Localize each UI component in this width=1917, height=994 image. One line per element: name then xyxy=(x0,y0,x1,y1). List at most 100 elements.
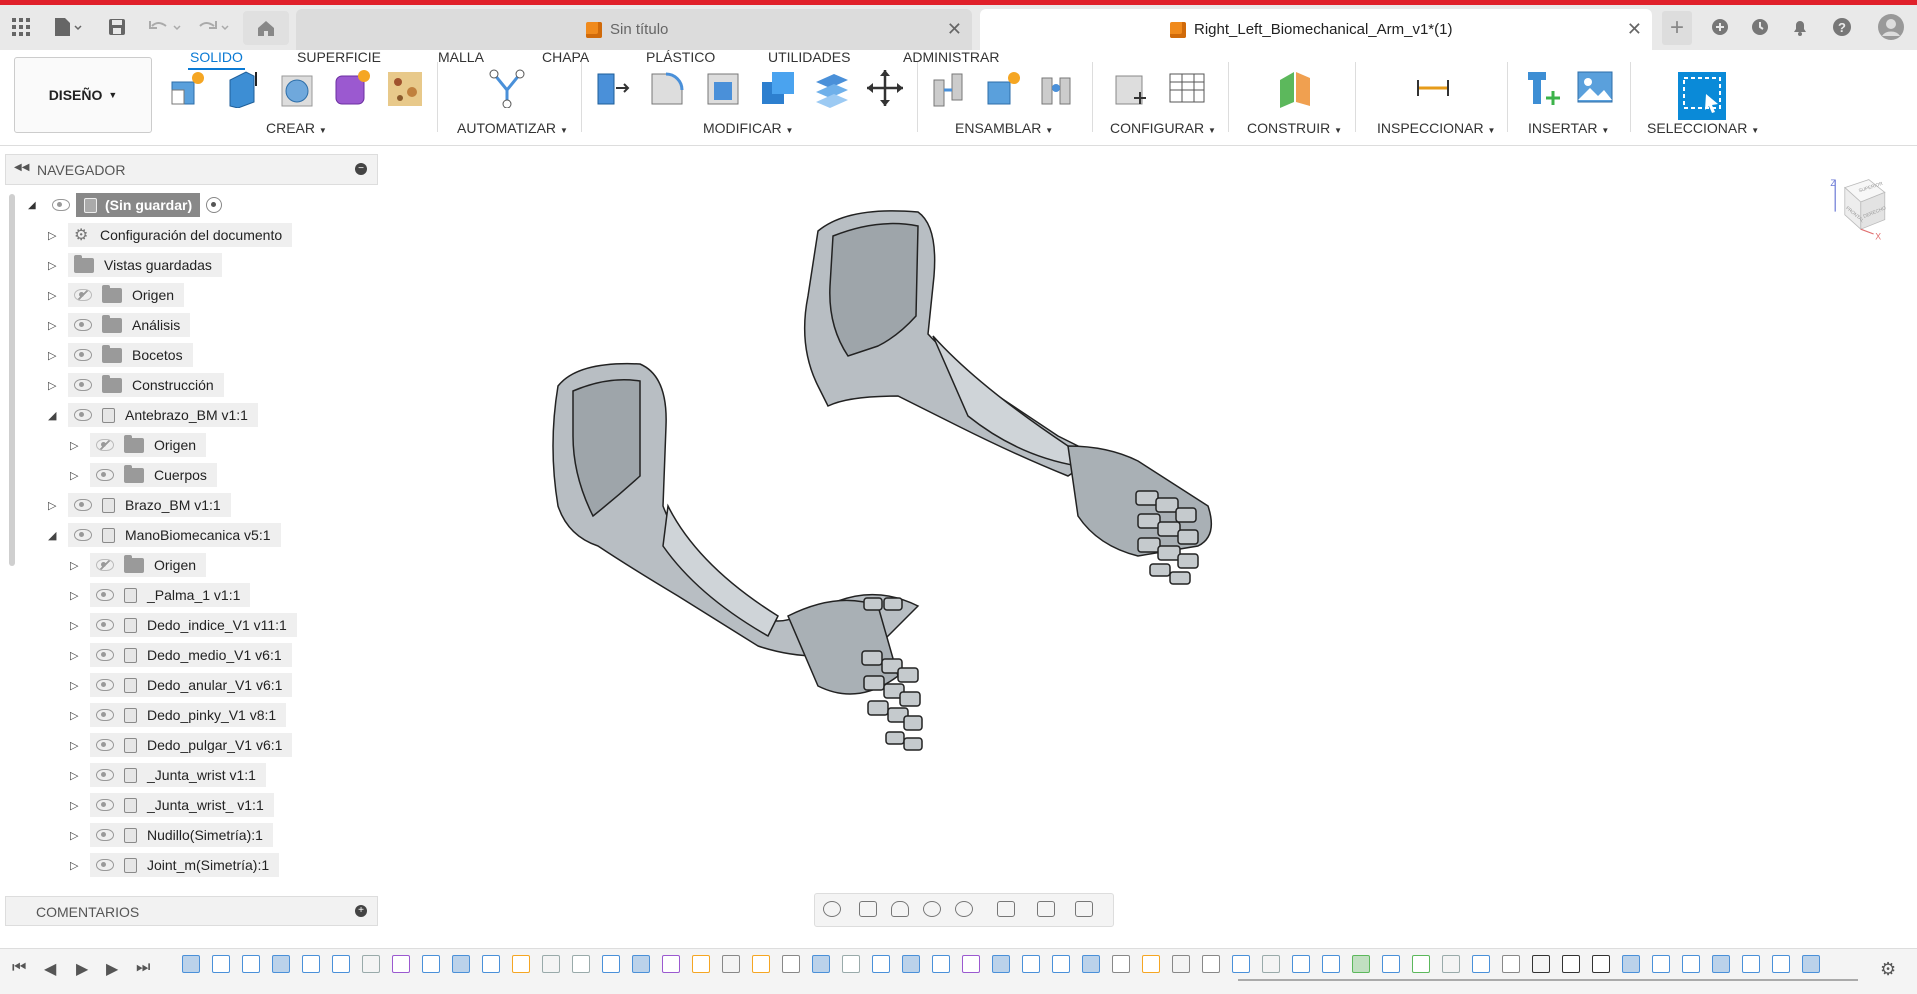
extrude-icon[interactable] xyxy=(224,68,262,108)
navigator-scrollbar[interactable] xyxy=(9,194,15,566)
configuration-table-icon[interactable] xyxy=(1168,68,1206,108)
tab-chapa[interactable]: CHAPA xyxy=(542,50,589,72)
home-icon[interactable] xyxy=(243,11,289,45)
construct-plane-icon[interactable] xyxy=(1276,68,1314,108)
visibility-eye-icon[interactable] xyxy=(96,799,114,811)
go-to-end-icon[interactable]: ⏭ xyxy=(136,959,150,977)
workspace-mode-dropdown[interactable]: DISEÑO ▼ xyxy=(14,57,152,133)
tab-malla[interactable]: MALLA xyxy=(438,50,484,72)
combine-icon[interactable] xyxy=(758,68,796,108)
orbit-icon[interactable] xyxy=(823,901,841,917)
timeline-feature-icon[interactable] xyxy=(332,955,350,973)
group-seleccionar[interactable]: SELECCIONAR ▼ xyxy=(1647,120,1759,136)
expand-icon[interactable]: + xyxy=(355,905,367,917)
press-pull-icon[interactable] xyxy=(594,68,632,108)
timeline-feature-icon[interactable] xyxy=(542,955,560,973)
group-insertar[interactable]: INSERTAR ▼ xyxy=(1528,120,1609,136)
3d-viewport[interactable] xyxy=(378,146,1917,946)
timeline-feature-icon[interactable] xyxy=(1172,955,1190,973)
visibility-eye-icon[interactable] xyxy=(96,589,114,601)
decal-icon[interactable] xyxy=(386,68,424,108)
timeline-feature-icon[interactable] xyxy=(1772,955,1790,973)
as-built-joint-icon[interactable] xyxy=(1038,68,1076,108)
timeline-feature-icon[interactable] xyxy=(482,955,500,973)
timeline-feature-icon[interactable] xyxy=(392,955,410,973)
collapsed-triangle-icon[interactable]: ▷ xyxy=(48,259,68,272)
timeline-feature-icon[interactable] xyxy=(1532,955,1550,973)
tree-item[interactable]: ▷ Dedo_indice_V1 v11:1 xyxy=(70,613,297,637)
tree-item[interactable]: ▷ Vistas guardadas xyxy=(48,253,222,277)
timeline-feature-icon[interactable] xyxy=(1142,955,1160,973)
timeline-feature-icon[interactable] xyxy=(692,955,710,973)
timeline-settings-gear-icon[interactable]: ⚙ xyxy=(1880,959,1896,980)
visibility-eye-icon[interactable] xyxy=(74,379,92,391)
user-avatar-icon[interactable] xyxy=(1876,13,1906,41)
expanded-triangle-icon[interactable]: ◢ xyxy=(48,409,68,422)
visibility-eye-icon[interactable] xyxy=(74,349,92,361)
visibility-hidden-icon[interactable] xyxy=(96,439,114,451)
timeline-feature-icon[interactable] xyxy=(662,955,680,973)
timeline-feature-icon[interactable] xyxy=(722,955,740,973)
notifications-icon[interactable] xyxy=(1788,13,1812,41)
timeline-feature-icon[interactable] xyxy=(302,955,320,973)
collapsed-triangle-icon[interactable]: ▷ xyxy=(70,679,90,692)
group-construir[interactable]: CONSTRUIR ▼ xyxy=(1247,120,1342,136)
collapsed-triangle-icon[interactable]: ▷ xyxy=(70,469,90,482)
timeline-feature-icon[interactable] xyxy=(962,955,980,973)
pan-hand-icon[interactable] xyxy=(891,901,909,917)
visibility-eye-icon[interactable] xyxy=(96,739,114,751)
timeline-feature-icon[interactable] xyxy=(182,955,200,973)
group-automatizar[interactable]: AUTOMATIZAR ▼ xyxy=(457,120,568,136)
arm-model-left[interactable] xyxy=(552,362,923,751)
new-assembly-component-icon[interactable] xyxy=(984,68,1022,108)
timeline-feature-icon[interactable] xyxy=(1682,955,1700,973)
timeline-feature-icon[interactable] xyxy=(1382,955,1400,973)
select-icon[interactable] xyxy=(1678,72,1726,120)
shell-icon[interactable] xyxy=(704,68,742,108)
tab-active-document[interactable]: Right_Left_Biomechanical_Arm_v1*(1) ✕ xyxy=(980,9,1652,50)
timeline-feature-icon[interactable] xyxy=(572,955,590,973)
visibility-eye-icon[interactable] xyxy=(96,769,114,781)
tree-item[interactable]: ▷ ⚙ Configuración del documento xyxy=(48,223,293,247)
timeline-feature-icon[interactable] xyxy=(1262,955,1280,973)
group-crear[interactable]: CREAR ▼ xyxy=(266,120,327,136)
revolve-icon[interactable] xyxy=(278,68,316,108)
extensions-icon[interactable] xyxy=(1708,13,1732,41)
collapsed-triangle-icon[interactable]: ▷ xyxy=(70,439,90,452)
step-back-icon[interactable]: ◀ xyxy=(44,959,56,979)
tree-item[interactable]: ▷ _Palma_1 v1:1 xyxy=(70,583,251,607)
help-icon[interactable]: ? xyxy=(1830,13,1854,41)
tree-item[interactable]: ▷ Dedo_pinky_V1 v8:1 xyxy=(70,703,287,727)
tree-item[interactable]: ▷ _Junta_wrist_ v1:1 xyxy=(70,793,274,817)
file-icon[interactable] xyxy=(50,13,86,41)
collapsed-triangle-icon[interactable]: ▷ xyxy=(48,229,68,242)
timeline-feature-icon[interactable] xyxy=(632,955,650,973)
timeline-feature-icon[interactable] xyxy=(1352,955,1370,973)
timeline-feature-icon[interactable] xyxy=(1412,955,1430,973)
group-ensamblar[interactable]: ENSAMBLAR ▼ xyxy=(955,120,1053,136)
collapsed-triangle-icon[interactable]: ▷ xyxy=(70,799,90,812)
visibility-eye-icon[interactable] xyxy=(74,409,92,421)
timeline-feature-icon[interactable] xyxy=(1292,955,1310,973)
form-icon[interactable] xyxy=(332,68,370,108)
collapsed-triangle-icon[interactable]: ▷ xyxy=(70,559,90,572)
insert-mcmaster-icon[interactable] xyxy=(1522,68,1560,108)
configure-icon[interactable] xyxy=(1112,68,1150,108)
timeline-feature-icon[interactable] xyxy=(1562,955,1580,973)
tree-item[interactable]: ▷ Nudillo(Simetría):1 xyxy=(70,823,273,847)
collapsed-triangle-icon[interactable]: ▷ xyxy=(70,739,90,752)
visibility-eye-icon[interactable] xyxy=(96,649,114,661)
automate-icon[interactable] xyxy=(488,68,526,108)
timeline-feature-icon[interactable] xyxy=(452,955,470,973)
step-forward-icon[interactable]: ▶ xyxy=(106,959,118,979)
visibility-eye-icon[interactable] xyxy=(74,529,92,541)
timeline-feature-icon[interactable] xyxy=(602,955,620,973)
timeline-feature-icon[interactable] xyxy=(1322,955,1340,973)
undo-icon[interactable] xyxy=(146,13,186,41)
timeline-feature-icon[interactable] xyxy=(1442,955,1460,973)
visibility-eye-icon[interactable] xyxy=(52,199,70,211)
timeline-feature-icon[interactable] xyxy=(842,955,860,973)
tree-item[interactable]: ▷ Cuerpos xyxy=(70,463,217,487)
timeline-feature-icon[interactable] xyxy=(1622,955,1640,973)
arm-model-right[interactable] xyxy=(803,210,1213,585)
